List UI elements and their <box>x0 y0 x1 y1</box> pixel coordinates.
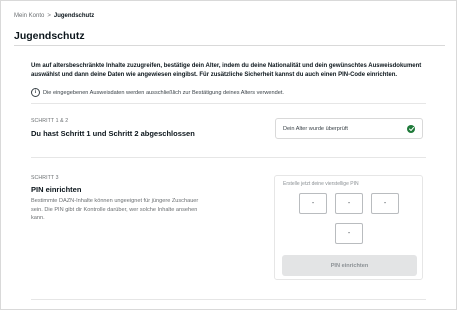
age-verified-text: Dein Alter wurde überprüft <box>283 125 348 132</box>
pin-digit-1-input[interactable]: - <box>299 193 327 214</box>
info-circle-icon: i <box>31 88 40 97</box>
section-divider <box>31 157 426 158</box>
page-frame: Mein Konto > Jugendschutz Jugendschutz U… <box>0 0 457 310</box>
page-title: Jugendschutz <box>14 30 85 42</box>
breadcrumb: Mein Konto > Jugendschutz <box>14 13 94 19</box>
breadcrumb-current: Jugendschutz <box>53 13 95 19</box>
intro-text: Um auf altersbeschränkte Inhalte zuzugre… <box>31 63 422 78</box>
steps-1-2-label: SCHRITT 1 & 2 <box>31 118 69 124</box>
pin-digit-2-input[interactable]: - <box>335 193 363 214</box>
info-note-text: Die eingegebenen Ausweisdaten werden aus… <box>43 89 284 96</box>
breadcrumb-separator: > <box>47 13 51 19</box>
breadcrumb-link-mein-konto[interactable]: Mein Konto <box>14 13 44 19</box>
section-divider <box>31 299 426 300</box>
pin-digit-3-input[interactable]: - <box>371 193 399 214</box>
info-note: i Die eingegebenen Ausweisdaten werden a… <box>31 88 284 97</box>
steps-1-2-heading: Du hast Schritt 1 und Schritt 2 abgeschl… <box>31 129 195 138</box>
age-verified-status: Dein Alter wurde überprüft <box>275 118 423 139</box>
pin-digit-4-input[interactable]: - <box>335 223 363 244</box>
check-circle-icon <box>407 124 415 133</box>
content-panel: Um auf altersbeschränkte Inhalte zuzugre… <box>18 46 443 301</box>
pin-setup-card: Erstelle jetzt deine vierstellige PIN - … <box>274 175 423 280</box>
section-divider <box>31 103 426 104</box>
step-3-heading: PIN einrichten <box>31 185 82 194</box>
pin-field-label: Erstelle jetzt deine vierstellige PIN <box>283 181 359 187</box>
step-3-description: Bestimmte DAZN-Inhalte können ungeeignet… <box>31 198 199 221</box>
set-pin-button[interactable]: PIN einrichten <box>282 255 417 276</box>
step-3-label: SCHRITT 3 <box>31 175 59 181</box>
